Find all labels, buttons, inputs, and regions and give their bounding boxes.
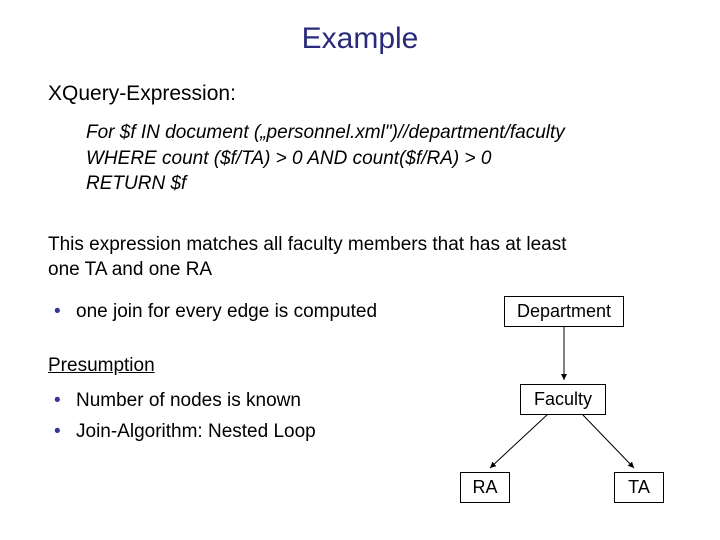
code-line: RETURN $f [86, 171, 672, 197]
node-ta: TA [614, 472, 664, 503]
description-text: This expression matches all faculty memb… [48, 233, 568, 282]
node-department: Department [504, 296, 624, 327]
code-line: WHERE count ($f/TA) > 0 AND count($f/RA)… [86, 146, 672, 172]
bullet-icon: • [54, 420, 76, 445]
code-line: For $f IN document („personnel.xml")//de… [86, 120, 672, 146]
edge-faculty-ta [582, 414, 634, 468]
bullet-icon: • [54, 389, 76, 414]
bullet-text: Number of nodes is known [76, 389, 301, 414]
xquery-code-block: For $f IN document („personnel.xml")//de… [86, 120, 672, 197]
slide: Example XQuery-Expression: For $f IN doc… [0, 0, 720, 540]
bullet-icon: • [54, 300, 76, 325]
bullet-text: one join for every edge is computed [76, 300, 377, 325]
edge-faculty-ra [490, 414, 548, 468]
section-heading-xquery: XQuery-Expression: [48, 82, 672, 106]
page-title: Example [48, 22, 672, 56]
bullet-text: Join-Algorithm: Nested Loop [76, 420, 316, 445]
tree-diagram: Department Faculty RA TA [438, 296, 676, 506]
node-ra: RA [460, 472, 510, 503]
node-faculty: Faculty [520, 384, 606, 415]
